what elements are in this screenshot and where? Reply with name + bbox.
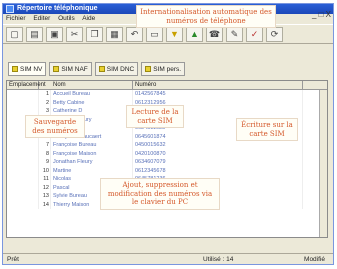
cell-number: 0634607079 xyxy=(133,158,303,167)
menu-aide[interactable]: Aide xyxy=(82,15,95,22)
cell-blank xyxy=(7,98,39,107)
sim-tabs: SIM NV SIM NAF SIM DNC SIM pers. xyxy=(8,62,186,76)
header-number[interactable]: Numéro xyxy=(133,81,303,89)
cell-blank xyxy=(7,141,39,150)
cell-name: Françoise Bureau xyxy=(51,141,133,150)
cell-slot: 1 xyxy=(39,90,51,99)
cell-number: 0142567845 xyxy=(133,90,303,99)
status-ready: Prêt xyxy=(7,256,19,263)
status-modified: Modifié xyxy=(304,256,325,263)
table-row[interactable]: 10 Martine 0612345678 xyxy=(7,166,327,175)
window-title: Répertoire téléphonique xyxy=(17,5,98,12)
sim-card-icon xyxy=(145,66,152,72)
callout-internationalisation: Internationalisation automatique des num… xyxy=(136,5,276,28)
cell-slot: 2 xyxy=(39,98,51,107)
cell-name: Martine xyxy=(51,166,133,175)
cell-blank xyxy=(7,175,39,184)
grid-header: Emplacement Nom Numéro xyxy=(7,81,327,90)
app-icon xyxy=(6,5,14,13)
menu-editer[interactable]: Editer xyxy=(33,15,50,22)
cell-slot: 8 xyxy=(39,149,51,158)
callout-save: Sauvegarde des numéros xyxy=(25,115,85,138)
cell-blank xyxy=(7,192,39,201)
menu-fichier[interactable]: Fichier xyxy=(6,15,26,22)
cell-blank xyxy=(7,183,39,192)
callout-read: Lecture de la carte SIM xyxy=(126,105,184,128)
table-row[interactable]: 9 Jonathan Fleury 0634607079 xyxy=(7,158,327,167)
cell-slot: 14 xyxy=(39,200,51,209)
open-icon[interactable]: ▤ xyxy=(26,27,43,42)
cell-slot: 10 xyxy=(39,166,51,175)
sim-card-icon xyxy=(98,66,105,72)
contacts-grid[interactable]: Emplacement Nom Numéro 1 Accueil Bureau 01… xyxy=(6,80,328,238)
tab-sim-dnc[interactable]: SIM DNC xyxy=(94,62,139,76)
cell-slot: 13 xyxy=(39,192,51,201)
cell-blank xyxy=(7,158,39,167)
cell-slot: 11 xyxy=(39,175,51,184)
cell-blank xyxy=(7,166,39,175)
refresh-icon[interactable]: ⟳ xyxy=(266,27,283,42)
table-row[interactable]: 7 Françoise Bureau 0450015632 xyxy=(7,141,327,150)
paste-icon[interactable]: ▦ xyxy=(106,27,123,42)
undo-icon[interactable]: ↶ xyxy=(126,27,143,42)
status-used-count: Utilisé : 14 xyxy=(203,256,234,263)
cell-number: 0450015632 xyxy=(133,141,303,150)
print-icon[interactable]: ▭ xyxy=(146,27,163,42)
cell-slot: 7 xyxy=(39,141,51,150)
new-icon[interactable]: ▢ xyxy=(6,27,23,42)
sim-card-icon xyxy=(53,66,60,72)
window-controls[interactable]: _ □ X xyxy=(312,10,331,19)
sim-card-icon xyxy=(12,66,18,72)
cell-number: 0420100870 xyxy=(133,149,303,158)
callout-edit: Ajout, suppression et modification des n… xyxy=(100,178,220,210)
copy-icon[interactable]: ❐ xyxy=(86,27,103,42)
header-name[interactable]: Nom xyxy=(51,81,133,89)
tab-sim-naf[interactable]: SIM NAF xyxy=(49,62,92,76)
grid-scrollbar[interactable] xyxy=(319,90,327,237)
callout-write: Écriture sur la carte SIM xyxy=(236,118,298,141)
sim-read-icon[interactable]: ▼ xyxy=(166,27,183,42)
cell-name: Jonathan Fleury xyxy=(51,158,133,167)
cell-name: Betty Cabine xyxy=(51,98,133,107)
menu-outils[interactable]: Outils xyxy=(58,15,75,22)
brush-icon[interactable]: ✎ xyxy=(226,27,243,42)
status-bar: Prêt Utilisé : 14 Modifié xyxy=(3,253,333,264)
save-icon[interactable]: ▣ xyxy=(46,27,63,42)
sim-write-icon[interactable]: ▲ xyxy=(186,27,203,42)
cell-slot: 12 xyxy=(39,183,51,192)
cell-number: 0612345678 xyxy=(133,166,303,175)
cell-slot: 9 xyxy=(39,158,51,167)
table-row[interactable]: 1 Accueil Bureau 0142567845 xyxy=(7,90,327,99)
cell-name: Françoise Maison xyxy=(51,149,133,158)
tab-sim-nv[interactable]: SIM NV xyxy=(8,62,47,76)
header-slot[interactable]: Emplacement xyxy=(7,81,46,89)
cell-blank xyxy=(7,90,39,99)
sign-icon[interactable]: ✓ xyxy=(246,27,263,42)
table-row[interactable]: 8 Françoise Maison 0420100870 xyxy=(7,149,327,158)
tab-sim-pers[interactable]: SIM pers. xyxy=(141,62,186,76)
cell-name: Accueil Bureau xyxy=(51,90,133,99)
dial-icon[interactable]: ☎ xyxy=(206,27,223,42)
cell-blank xyxy=(7,200,39,209)
cell-blank xyxy=(7,149,39,158)
cut-icon[interactable]: ✂ xyxy=(66,27,83,42)
